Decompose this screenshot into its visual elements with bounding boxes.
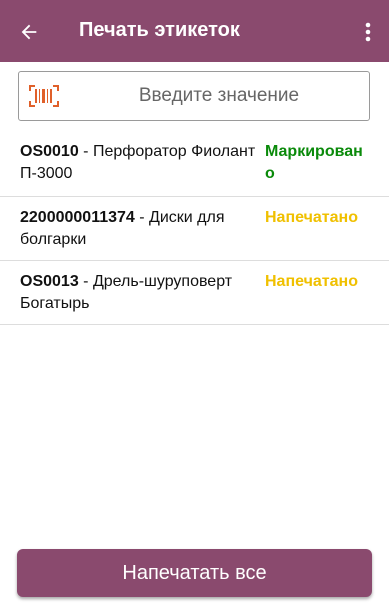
arrow-left-icon xyxy=(21,24,37,40)
item-code: 2200000011374 xyxy=(20,209,135,226)
status-badge: Напечатано xyxy=(265,209,358,226)
list-item[interactable]: OS0010 - Перфоратор Фиолант П-3000 Марки… xyxy=(0,131,389,197)
item-text: OS0010 - Перфоратор Фиолант П-3000 xyxy=(20,141,256,185)
overflow-menu-button[interactable] xyxy=(361,18,375,46)
item-text: 2200000011374 - Диски для болгарки xyxy=(20,207,256,251)
status-badge: Напечатано xyxy=(265,273,358,290)
print-all-button[interactable]: Напечатать все xyxy=(17,549,372,597)
item-code: OS0013 xyxy=(20,273,79,290)
list-item[interactable]: OS0013 - Дрель-шуруповерт Богатырь Напеч… xyxy=(0,261,389,325)
more-vert-icon xyxy=(365,22,371,42)
barcode-icon[interactable] xyxy=(29,85,59,107)
item-list: OS0010 - Перфоратор Фиолант П-3000 Марки… xyxy=(0,131,389,325)
item-text: OS0013 - Дрель-шуруповерт Богатырь xyxy=(20,271,256,315)
back-button[interactable] xyxy=(14,17,44,47)
search-field[interactable] xyxy=(18,71,370,121)
status-badge: Маркирован о xyxy=(265,143,363,182)
item-code: OS0010 xyxy=(20,143,79,160)
page-title: Печать этикеток xyxy=(79,19,240,41)
list-item[interactable]: 2200000011374 - Диски для болгарки Напеч… xyxy=(0,197,389,261)
search-input[interactable] xyxy=(69,72,369,120)
app-bar: Печать этикеток xyxy=(0,0,389,62)
